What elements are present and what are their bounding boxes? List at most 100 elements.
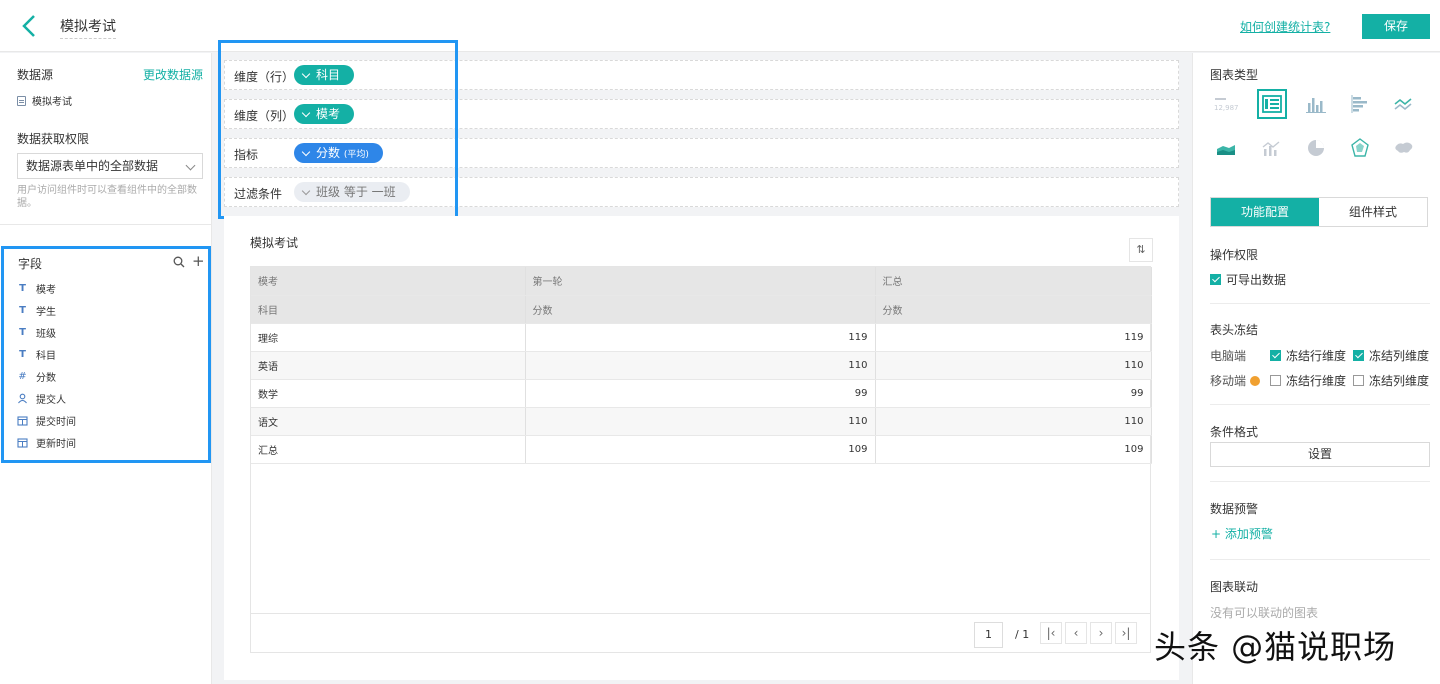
- back-arrow-icon[interactable]: [18, 12, 42, 40]
- table-icon[interactable]: [1257, 89, 1287, 119]
- table-cell: 119: [525, 323, 876, 352]
- permission-hint: 用户访问组件时可以查看组件中的全部数据。: [17, 185, 197, 209]
- checkbox-checked-icon: [1270, 350, 1281, 361]
- datasource-label: 数据源: [17, 68, 54, 82]
- text-type-icon: T: [19, 305, 26, 316]
- first-page-icon[interactable]: |‹: [1040, 622, 1062, 644]
- indicator-card-icon[interactable]: 12,987: [1211, 89, 1241, 119]
- column-dimension-zone[interactable]: 维度（列） 模考: [224, 99, 1179, 129]
- field-item-update-time[interactable]: 更新时间: [17, 435, 76, 450]
- row-dimension-pill[interactable]: 科目: [294, 65, 355, 85]
- no-linkage-text: 没有可以联动的图表: [1210, 606, 1319, 620]
- divider: [1210, 559, 1430, 560]
- field-label: 提交人: [36, 395, 66, 406]
- mobile-freeze-col-checkbox[interactable]: 冻结列维度: [1353, 372, 1429, 389]
- field-item-score[interactable]: # 分数: [17, 369, 56, 384]
- cond-format-set-button[interactable]: 设置: [1210, 442, 1430, 467]
- last-page-icon[interactable]: ›|: [1115, 622, 1137, 644]
- combo-chart-icon[interactable]: [1257, 133, 1287, 163]
- area-chart-icon[interactable]: [1211, 133, 1241, 163]
- indicator-number: 12,987: [1214, 104, 1239, 112]
- pie-chart-icon[interactable]: [1301, 133, 1331, 163]
- left-panel: 数据源 更改数据源 模拟考试 数据获取权限 数据源表单中的全部数据 用户访问组件…: [0, 53, 212, 684]
- table-card: 模拟考试 ⇅ 模考 第一轮 汇总 科目 分数 分数 理综 119 119 英语 …: [224, 216, 1179, 680]
- table-cell: 119: [875, 323, 1152, 352]
- metric-pill[interactable]: 分数 (平均): [294, 143, 383, 163]
- row-dimension-zone[interactable]: 维度（行） 科目: [224, 60, 1179, 90]
- freeze-col-label: 冻结列维度: [1369, 349, 1430, 363]
- pivot-table: 模考 第一轮 汇总 科目 分数 分数 理综 119 119 英语 110 110…: [250, 266, 1152, 653]
- mobile-label-row: 移动端: [1210, 372, 1261, 389]
- bar-chart-icon[interactable]: [1345, 89, 1375, 119]
- tab-function-config[interactable]: 功能配置: [1211, 198, 1319, 226]
- change-datasource-link[interactable]: 更改数据源: [143, 66, 203, 83]
- field-item-submitter[interactable]: 提交人: [17, 391, 66, 406]
- table-row: 英语 110 110: [251, 351, 1152, 380]
- table-row: 理综 119 119: [251, 323, 1152, 352]
- mobile-freeze-row-checkbox[interactable]: 冻结行维度: [1270, 372, 1346, 389]
- map-chart-icon[interactable]: [1389, 133, 1419, 163]
- header-cell: 汇总: [875, 267, 1152, 296]
- page-input[interactable]: 1: [974, 622, 1003, 648]
- table-total-row: 汇总 109 109: [251, 435, 1152, 464]
- fields-title: 字段: [18, 257, 43, 271]
- table-title: 模拟考试: [250, 236, 299, 250]
- filter-pill[interactable]: 班级 等于 一班: [294, 182, 410, 202]
- export-data-checkbox[interactable]: 可导出数据: [1210, 271, 1286, 288]
- line-chart-icon[interactable]: [1389, 89, 1419, 119]
- field-item-class[interactable]: T 班级: [17, 325, 56, 340]
- pc-freeze-col-checkbox[interactable]: 冻结列维度: [1353, 347, 1429, 364]
- table-cell: 汇总: [251, 435, 526, 464]
- page-total: / 1: [1015, 628, 1030, 641]
- field-item-submit-time[interactable]: 提交时间: [17, 413, 76, 428]
- right-panel: 图表类型 12,987 功能配置 组件样式 操作权限 可导出数据 表头冻结 电脑…: [1192, 53, 1440, 684]
- prev-page-icon[interactable]: ‹: [1065, 622, 1087, 644]
- header-cell: 第一轮: [525, 267, 876, 296]
- config-tabs: 功能配置 组件样式: [1210, 197, 1428, 227]
- header-cell: 分数: [525, 295, 876, 324]
- info-icon[interactable]: [1250, 375, 1261, 386]
- field-item-mokao[interactable]: T 模考: [17, 281, 56, 296]
- header-cell: 分数: [875, 295, 1152, 324]
- user-icon: [18, 393, 27, 404]
- column-dimension-label: 维度（列）: [234, 109, 295, 123]
- table-cell: 数学: [251, 379, 526, 408]
- table-cell: 110: [875, 351, 1152, 380]
- next-page-icon[interactable]: ›: [1090, 622, 1112, 644]
- help-link[interactable]: 如何创建统计表?: [1240, 18, 1330, 35]
- form-icon: [17, 95, 26, 106]
- divider: [1210, 303, 1430, 304]
- table-cell: 英语: [251, 351, 526, 380]
- column-chart-icon[interactable]: [1301, 89, 1331, 119]
- table-cell: 109: [525, 435, 876, 464]
- freeze-row-label: 冻结行维度: [1286, 349, 1347, 363]
- metric-label: 指标: [234, 148, 259, 162]
- datasource-item[interactable]: 模拟考试: [17, 93, 72, 108]
- save-button[interactable]: 保存: [1362, 14, 1430, 39]
- op-permission-label: 操作权限: [1210, 248, 1259, 262]
- field-item-student[interactable]: T 学生: [17, 303, 56, 318]
- cond-format-label: 条件格式: [1210, 425, 1259, 439]
- field-item-subject[interactable]: T 科目: [17, 347, 56, 362]
- add-warning-link[interactable]: + 添加预警: [1211, 525, 1273, 542]
- pc-freeze-row-checkbox[interactable]: 冻结行维度: [1270, 347, 1346, 364]
- metric-zone[interactable]: 指标 分数 (平均): [224, 138, 1179, 168]
- metric-name: 分数: [316, 146, 341, 160]
- search-icon[interactable]: [173, 256, 185, 268]
- permission-select[interactable]: 数据源表单中的全部数据: [17, 153, 203, 179]
- filter-zone[interactable]: 过滤条件 班级 等于 一班: [224, 177, 1179, 207]
- column-dimension-pill[interactable]: 模考: [294, 104, 355, 124]
- radar-chart-icon[interactable]: [1345, 133, 1375, 163]
- sort-icon[interactable]: ⇅: [1129, 238, 1153, 262]
- checkbox-checked-icon: [1210, 274, 1221, 285]
- field-label: 科目: [36, 351, 56, 362]
- pagination: 1 / 1 |‹ ‹ › ›|: [251, 613, 1150, 653]
- header-cell: 模考: [251, 267, 526, 296]
- freeze-row-label: 冻结行维度: [1286, 374, 1347, 388]
- add-field-icon[interactable]: +: [192, 252, 205, 270]
- tab-component-style[interactable]: 组件样式: [1319, 198, 1427, 226]
- chart-linkage-label: 图表联动: [1210, 580, 1259, 594]
- page-title[interactable]: 模拟考试: [60, 16, 116, 39]
- freeze-col-label: 冻结列维度: [1369, 374, 1430, 388]
- chevron-down-icon: [185, 160, 196, 171]
